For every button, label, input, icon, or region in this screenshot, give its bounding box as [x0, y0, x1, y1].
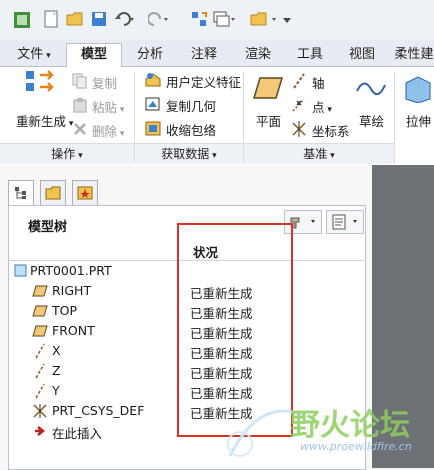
- tree-item-label: PRT_CSYS_DEF: [52, 403, 145, 418]
- tab-view[interactable]: 视图: [340, 44, 384, 66]
- shrinkwrap-button[interactable]: 收缩包络: [166, 120, 216, 139]
- insert-here-label: 在此插入: [52, 426, 103, 441]
- point-label: 点: [312, 100, 325, 115]
- tab-folder-browser[interactable]: [40, 180, 66, 205]
- customize-toolbar-icon[interactable]: [280, 10, 294, 28]
- tree-item-label: Z: [52, 363, 61, 378]
- tab-tools[interactable]: 工具: [288, 44, 332, 66]
- show-list-icon: [332, 214, 357, 230]
- quick-access-toolbar: [0, 0, 434, 41]
- tree-item-label: X: [52, 343, 61, 358]
- paste-icon: [73, 98, 87, 113]
- get-data-group-text: 获取数据: [161, 147, 210, 161]
- tree-item-label: RIGHT: [52, 283, 92, 298]
- plane-button[interactable]: 平面: [256, 111, 281, 130]
- undo-icon[interactable]: [114, 10, 136, 28]
- regenerate-icon[interactable]: [24, 69, 56, 97]
- delete-icon: [74, 123, 86, 135]
- datum-group-label[interactable]: 基准 ▾: [244, 143, 394, 164]
- tree-root-label: PRT0001.PRT: [30, 263, 112, 278]
- save-icon[interactable]: [90, 10, 108, 28]
- csys-icon: [292, 121, 306, 137]
- copy-icon: [72, 73, 87, 89]
- datum-axis-icon: [35, 363, 45, 379]
- insert-arrow-icon: [35, 426, 46, 436]
- new-file-icon[interactable]: [42, 10, 60, 28]
- datum-plane-icon: [32, 285, 48, 297]
- tree-item-label: Y: [52, 383, 60, 398]
- regenerate-quick-icon[interactable]: [190, 10, 208, 28]
- get-data-group-label[interactable]: 获取数据 ▾: [135, 143, 243, 164]
- point-button[interactable]: 点 ▾: [312, 97, 332, 116]
- close-window-icon[interactable]: [250, 10, 280, 28]
- regenerate-button[interactable]: 重新生成 ▾: [16, 111, 73, 130]
- tab-analysis[interactable]: 分析: [128, 44, 172, 66]
- sketch-icon[interactable]: [355, 75, 387, 101]
- extrude-button[interactable]: 拉伸: [406, 111, 431, 130]
- operations-group-text: 操作: [51, 147, 76, 161]
- tab-flexible-modeling[interactable]: 柔性建: [392, 44, 434, 66]
- model-tree-icon: [15, 187, 26, 199]
- datum-point-icon: [292, 98, 305, 112]
- sketch-button[interactable]: 草绘: [359, 111, 384, 130]
- axis-button[interactable]: 轴: [312, 73, 325, 92]
- tab-file-label: 文件: [17, 47, 44, 62]
- paste-label: 粘贴: [92, 100, 118, 115]
- watermark-url: www.proewildfire.cn: [300, 440, 412, 453]
- operations-group-label[interactable]: 操作 ▾: [0, 143, 134, 164]
- tab-render[interactable]: 渲染: [236, 44, 280, 66]
- tab-annotate[interactable]: 注释: [182, 44, 226, 66]
- datum-plane-icon: [32, 325, 48, 337]
- tree-filters-button[interactable]: [326, 210, 364, 234]
- datum-plane-icon[interactable]: [252, 75, 284, 101]
- udf-button[interactable]: 用户定义特征: [166, 72, 241, 91]
- tree-item-label: FRONT: [52, 323, 95, 338]
- delete-button[interactable]: 删除 ▾: [92, 121, 124, 140]
- tab-file[interactable]: 文件 ▾: [6, 44, 62, 66]
- tab-model[interactable]: 模型: [66, 43, 122, 68]
- watermark-text: 野火论坛: [290, 408, 410, 443]
- paste-button[interactable]: 粘贴 ▾: [92, 97, 124, 116]
- extrude-icon[interactable]: [402, 73, 432, 103]
- folder-icon: [45, 186, 61, 200]
- copy-geometry-button[interactable]: 复制几何: [166, 96, 216, 115]
- tree-item-label: TOP: [52, 303, 78, 318]
- redo-icon[interactable]: [148, 10, 170, 28]
- datum-axis-icon: [293, 73, 305, 89]
- csys-icon: [33, 404, 47, 418]
- tools-icon: [290, 217, 315, 229]
- datum-axis-icon: [35, 383, 45, 399]
- ribbon-panel: 重新生成 ▾ 复制 粘贴 ▾ 删除 ▾ 操作 ▾ 用户定义特征 复制几何 收缩包…: [0, 67, 434, 166]
- windows-icon[interactable]: [212, 10, 236, 28]
- app-icon[interactable]: [12, 10, 32, 30]
- shrinkwrap-icon: [145, 121, 161, 136]
- delete-label: 删除: [92, 124, 118, 139]
- datum-axis-icon: [35, 343, 45, 359]
- tab-model-tree[interactable]: [8, 180, 34, 206]
- favorites-icon: [77, 186, 93, 200]
- copy-button[interactable]: 复制: [92, 73, 117, 92]
- group-divider: [394, 71, 395, 163]
- tab-favorites[interactable]: [72, 180, 98, 205]
- model-tree-title: 模型树: [28, 220, 68, 235]
- regenerate-label: 重新生成: [16, 114, 67, 129]
- ribbon-tab-bar: 文件 ▾ 模型 分析 注释 渲染 工具 视图 柔性建: [0, 40, 434, 68]
- copy-geometry-icon: [145, 97, 160, 111]
- datum-group-text: 基准: [303, 147, 328, 161]
- csys-button[interactable]: 坐标系: [312, 121, 350, 140]
- part-icon: [14, 264, 27, 277]
- open-folder-icon[interactable]: [66, 10, 84, 28]
- datum-plane-icon: [32, 305, 48, 317]
- udf-icon: [145, 73, 161, 87]
